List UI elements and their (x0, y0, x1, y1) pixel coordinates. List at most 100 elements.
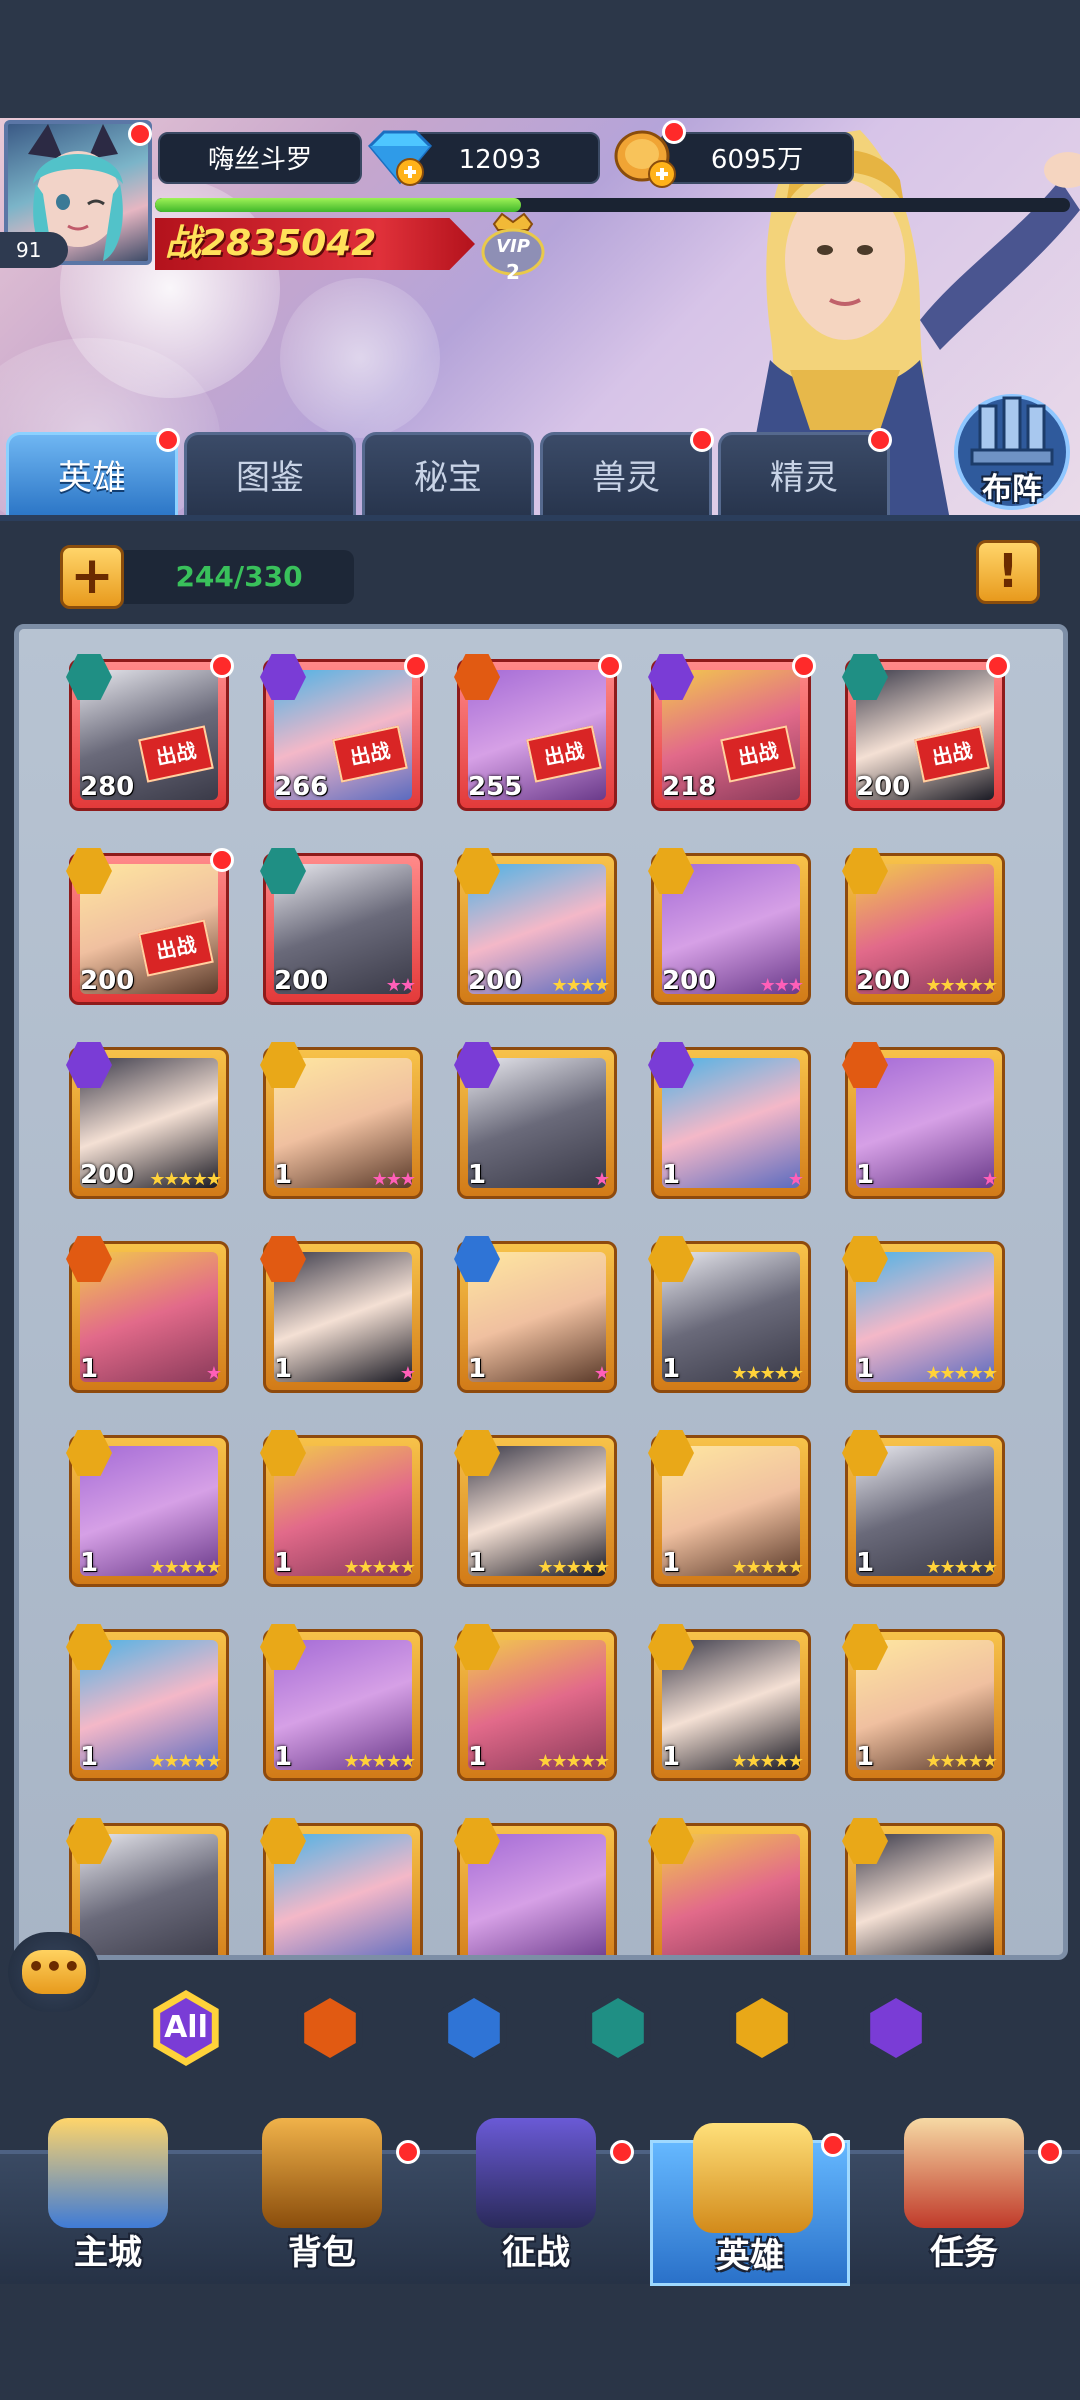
hero-stars: ★★★★★ (343, 1751, 416, 1772)
chat-bubble-icon: ••• (22, 1950, 86, 1994)
hero-card[interactable] (66, 1818, 229, 1955)
combat-power-value: 2835042 (201, 223, 377, 264)
hero-card[interactable]: 200 出战 (66, 848, 234, 1005)
filter-dark-button[interactable] (585, 1990, 651, 2066)
expand-capacity-button[interactable]: + (60, 545, 124, 609)
filter-fire-button[interactable] (297, 1990, 363, 2066)
hero-card[interactable]: 1 ★★★★★ (66, 1624, 229, 1781)
filter-all-button[interactable]: All (153, 1990, 219, 2066)
hero-card[interactable]: 1 ★ (454, 1042, 617, 1199)
filter-purple-button[interactable] (863, 1990, 929, 2066)
hero-level: 200 (274, 966, 329, 996)
nav-dragon-portal-button[interactable]: 征战 (436, 2110, 636, 2280)
info-button[interactable]: ! (976, 540, 1040, 604)
formation-button[interactable]: 布阵 (950, 380, 1074, 512)
hero-level: 255 (468, 772, 523, 802)
hero-card[interactable]: 1 ★★★★★ (648, 1430, 811, 1587)
gold-notification-dot (662, 120, 686, 144)
hero-card[interactable]: 200 ★★★ (648, 848, 811, 1005)
tab-spirits[interactable]: 精灵 (718, 432, 890, 518)
hero-card[interactable]: 1 ★★★★★ (648, 1624, 811, 1781)
hero-card[interactable] (454, 1818, 617, 1955)
nav-treasure-chest-button[interactable]: 背包 (222, 2110, 422, 2280)
hero-notification-dot (598, 654, 622, 678)
hero-card[interactable] (260, 1818, 423, 1955)
filter-dark-icon (592, 1998, 644, 2058)
filter-blue-button[interactable] (441, 1990, 507, 2066)
nav-castle-button[interactable]: 主城 (8, 2110, 208, 2280)
experience-bar (155, 198, 1070, 212)
nav-scroll-button[interactable]: 任务 (864, 2110, 1064, 2280)
hero-card[interactable]: 1 ★★★★★ (454, 1430, 617, 1587)
hero-card[interactable]: 1 ★★★★★ (842, 1624, 1005, 1781)
nav-label: 英雄 (716, 2236, 784, 2276)
hero-level: 1 (468, 1548, 487, 1578)
hero-card[interactable]: 1 ★★★★★ (454, 1624, 617, 1781)
hero-grid-panel: 280 出战 266 出战 255 出战 218 出战 200 出战 200 出战 200 ★★ 200 ★★… (14, 624, 1068, 1960)
hero-card[interactable]: 1 ★★★★★ (842, 1236, 1005, 1393)
hero-stars: ★★★★★ (925, 1557, 998, 1578)
hero-stars: ★ (593, 1169, 610, 1190)
hero-card[interactable] (842, 1818, 1005, 1955)
hero-stars: ★ (593, 1363, 610, 1384)
tab-spirits-dot (868, 428, 892, 452)
hero-level: 1 (274, 1742, 293, 1772)
hero-card[interactable]: 200 ★★ (260, 848, 423, 1005)
vip-text: VIP (496, 236, 530, 257)
hero-level: 1 (80, 1548, 99, 1578)
nav-notification-dot (821, 2133, 845, 2157)
hero-card[interactable]: 200 出战 (842, 654, 1010, 811)
hero-notification-dot (986, 654, 1010, 678)
diamond-add-icon[interactable] (364, 128, 436, 188)
hero-card[interactable]: 1 ★★★★★ (842, 1430, 1005, 1587)
tab-treasure[interactable]: 秘宝 (362, 432, 534, 518)
hero-card[interactable]: 1 ★★★★★ (260, 1624, 423, 1781)
tab-label: 精灵 (770, 458, 838, 498)
hero-card[interactable]: 266 出战 (260, 654, 428, 811)
hero-card[interactable]: 1 ★ (66, 1236, 229, 1393)
hero-card[interactable]: 200 ★★★★★ (842, 848, 1005, 1005)
tab-beast-spirit[interactable]: 兽灵 (540, 432, 712, 518)
filter-purple-icon (870, 1998, 922, 2058)
hero-card[interactable]: 1 ★★★★★ (66, 1430, 229, 1587)
nav-hero-helmet-button[interactable]: 英雄 (650, 2123, 850, 2286)
hero-card[interactable]: 200 ★★★★★ (66, 1042, 229, 1199)
hero-level: 1 (856, 1160, 875, 1190)
scroll-icon (904, 2118, 1024, 2228)
hero-stars: ★★★★★ (149, 1751, 222, 1772)
hero-card[interactable]: 1 ★★★★★ (260, 1430, 423, 1587)
hero-stars: ★★ (385, 975, 416, 996)
hero-card[interactable]: 1 ★ (260, 1236, 423, 1393)
hero-card[interactable]: 200 ★★★★ (454, 848, 617, 1005)
nav-notification-dot (1038, 2140, 1062, 2164)
chat-button[interactable]: ••• (8, 1932, 100, 2012)
vip-level: 2 (506, 260, 520, 284)
hero-card[interactable]: 280 出战 (66, 654, 234, 811)
hero-stars: ★★★★★ (731, 1557, 804, 1578)
nav-label: 征战 (502, 2233, 570, 2273)
nav-notification-dot (396, 2140, 420, 2164)
hero-card[interactable]: 1 ★★★ (260, 1042, 423, 1199)
hero-level: 1 (856, 1354, 875, 1384)
hero-card[interactable]: 1 ★ (648, 1042, 811, 1199)
filter-blue-icon (448, 1998, 500, 2058)
tab-codex[interactable]: 图鉴 (184, 432, 356, 518)
hero-level: 1 (856, 1742, 875, 1772)
hero-card[interactable]: 218 出战 (648, 654, 816, 811)
vip-badge[interactable]: VIP 2 (480, 208, 546, 284)
experience-fill (155, 198, 521, 212)
hero-notification-dot (404, 654, 428, 678)
hero-card[interactable]: 1 ★★★★★ (648, 1236, 811, 1393)
hero-card[interactable]: 255 出战 (454, 654, 622, 811)
hero-card[interactable]: 1 ★ (842, 1042, 1005, 1199)
hero-card[interactable] (648, 1818, 811, 1955)
hero-level: 1 (468, 1160, 487, 1190)
tab-heroes[interactable]: 英雄 (6, 432, 178, 518)
filter-gold-button[interactable] (729, 1990, 795, 2066)
hero-stars: ★★★★★ (731, 1363, 804, 1384)
hero-level: 1 (468, 1354, 487, 1384)
hero-card[interactable]: 1 ★ (454, 1236, 617, 1393)
hero-level: 1 (662, 1548, 681, 1578)
hero-level: 1 (468, 1742, 487, 1772)
bottom-bar (0, 2286, 1080, 2400)
